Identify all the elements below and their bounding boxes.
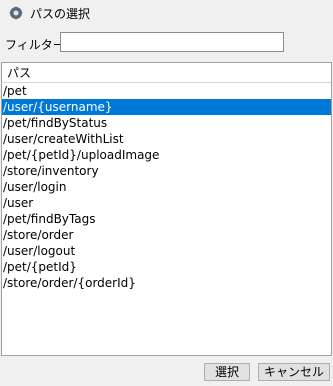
list-item[interactable]: /store/inventory (2, 163, 331, 179)
list-item[interactable]: /user/createWithList (2, 131, 331, 147)
list-item[interactable]: /pet/{petId} (2, 259, 331, 275)
list-item[interactable]: /user/{username} (2, 99, 331, 115)
list-item[interactable]: /pet/findByStatus (2, 115, 331, 131)
select-button[interactable]: 選択 (204, 363, 250, 381)
column-header-path[interactable]: パス (2, 63, 331, 83)
cancel-button[interactable]: キャンセル (258, 363, 330, 381)
list-item[interactable]: /store/order (2, 227, 331, 243)
list-item[interactable]: /pet (2, 83, 331, 99)
list-item[interactable]: /pet/{petId}/uploadImage (2, 147, 331, 163)
list-item[interactable]: /user/login (2, 179, 331, 195)
title-bar[interactable]: パスの選択 (0, 0, 333, 26)
app-gear-icon (8, 5, 24, 21)
path-list[interactable]: パス /pet/user/{username}/pet/findByStatus… (1, 62, 332, 356)
filter-input[interactable] (60, 32, 284, 52)
path-rows: /pet/user/{username}/pet/findByStatus/us… (2, 83, 331, 291)
list-item[interactable]: /user/logout (2, 243, 331, 259)
list-item[interactable]: /pet/findByTags (2, 211, 331, 227)
window-title: パスの選択 (30, 7, 91, 21)
list-item[interactable]: /user (2, 195, 331, 211)
list-item[interactable]: /store/order/{orderId} (2, 275, 331, 291)
